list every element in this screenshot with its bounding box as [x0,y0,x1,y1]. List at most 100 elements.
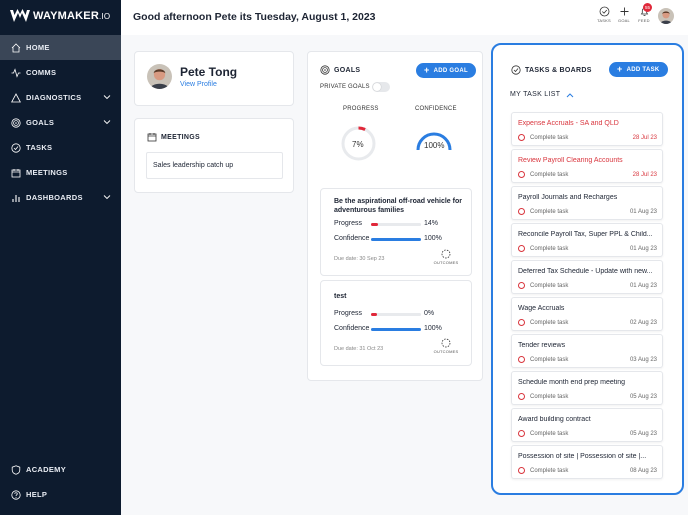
task-name: Reconcile Payroll Tax, Super PPL & Child… [518,231,653,238]
sidebar-item-academy[interactable]: ACADEMY [0,457,121,482]
home-icon [10,42,22,54]
task-check-icon [511,65,521,75]
chevron-down-icon[interactable] [103,93,111,101]
outcomes-button[interactable]: OUTCOMES [434,249,458,265]
outcomes-button[interactable]: OUTCOMES [434,338,458,354]
sidebar-item-tasks[interactable]: TASKS [0,135,121,160]
sidebar-item-help[interactable]: HELP [0,482,121,507]
complete-task-label[interactable]: Complete task [530,135,568,141]
complete-task-checkbox[interactable] [518,171,525,178]
task-name: Award building contract [518,416,591,423]
task-item[interactable]: Reconcile Payroll Tax, Super PPL & Child… [511,223,663,257]
complete-task-label[interactable]: Complete task [530,246,568,252]
task-name: Wage Accruals [518,305,565,312]
goal-item[interactable]: test Progress 0% Confidence 100% Due dat… [320,280,472,366]
confidence-value: 100% [424,141,445,150]
sidebar-item-meetings[interactable]: MEETINGS [0,160,121,185]
complete-task-checkbox[interactable] [518,356,525,363]
outcomes-icon [441,338,451,348]
feed-count-badge: 55 [643,3,652,12]
sidebar-item-label: ACADEMY [26,465,67,474]
goal-title: Be the aspirational off-road vehicle for… [334,198,462,214]
meetings-title: MEETINGS [147,132,200,142]
goal-item[interactable]: Be the aspirational off-road vehicle for… [320,188,472,276]
logo-text: WAYMAKER.IO [33,10,111,22]
task-item[interactable]: Expense Accruals - SA and QLD Complete ta… [511,112,663,146]
complete-task-checkbox[interactable] [518,282,525,289]
task-item[interactable]: Wage Accruals Complete task 02 Aug 23 [511,297,663,331]
task-item[interactable]: Award building contract Complete task 05 A… [511,408,663,442]
complete-task-label[interactable]: Complete task [530,209,568,215]
task-item[interactable]: Deferred Tax Schedule - Update with new.… [511,260,663,294]
confidence-percent: 100% [424,235,442,242]
complete-task-checkbox[interactable] [518,208,525,215]
chevron-up-icon [566,92,574,97]
header-tasks-button[interactable]: TASKS [594,6,614,23]
logo[interactable]: WAYMAKER.IO [10,8,110,24]
sidebar-item-diagnostics[interactable]: DIAGNOSTICS [0,85,121,110]
progress-percent: 14% [424,220,439,227]
task-due-date: 08 Aug 23 [629,468,657,474]
complete-task-checkbox[interactable] [518,430,525,437]
complete-task-checkbox[interactable] [518,319,525,326]
task-item[interactable]: Possession of site | Possession of site … [511,445,663,479]
complete-task-label[interactable]: Complete task [530,431,568,437]
task-name: Schedule month end prep meeting [518,379,626,386]
triangle-icon [10,92,22,104]
task-due-date: 28 Jul 23 [632,135,657,141]
sidebar-item-goals[interactable]: GOALS [0,110,121,135]
complete-task-checkbox[interactable] [518,467,525,474]
sidebar-item-comms[interactable]: COMMS [0,60,121,85]
complete-task-checkbox[interactable] [518,393,525,400]
pulse-icon [10,67,22,79]
sidebar-item-home[interactable]: HOME [0,35,121,60]
confidence-fill [371,238,421,241]
logo-w-icon [10,9,30,22]
task-due-date: 02 Aug 23 [629,320,657,326]
my-task-list-toggle[interactable]: MY TASK LIST [510,91,574,98]
complete-task-label[interactable]: Complete task [530,172,568,178]
sidebar-item-label: HELP [26,490,48,499]
metric-label: Progress [334,220,363,227]
complete-task-checkbox[interactable] [518,134,525,141]
task-item[interactable]: Payroll Journals and Recharges Complete t… [511,186,663,220]
task-item[interactable]: Schedule month end prep meeting Complete … [511,371,663,405]
profile-card: Pete Tong View Profile [134,51,294,106]
task-list: Expense Accruals - SA and QLD Complete ta… [511,112,663,482]
view-profile-link[interactable]: View Profile [180,81,217,88]
calendar-icon [147,133,157,142]
task-item[interactable]: Tender reviews Complete task 03 Aug 23 [511,334,663,368]
progress-bar [371,223,421,226]
user-avatar[interactable] [658,8,674,24]
tasks-boards-title: TASKS & BOARDS [511,65,592,75]
add-goal-button[interactable]: + ADD GOAL [416,63,476,78]
complete-task-checkbox[interactable] [518,245,525,252]
task-due-date: 01 Aug 23 [629,246,657,252]
meeting-item[interactable]: Sales leadership catch up [146,152,283,179]
task-name: Tender reviews [518,342,566,349]
complete-task-label[interactable]: Complete task [530,468,568,474]
sidebar-item-dashboards[interactable]: DASHBOARDS [0,185,121,210]
progress-value: 7% [352,140,364,149]
calendar-icon [10,167,22,179]
target-icon [10,117,22,129]
private-goals-toggle[interactable] [372,82,390,92]
header-goal-button[interactable]: GOAL [614,6,634,23]
complete-task-label[interactable]: Complete task [530,357,568,363]
sidebar-item-label: GOALS [26,118,55,127]
greeting-title: Good afternoon Pete its Tuesday, August … [133,11,376,23]
add-task-button[interactable]: + ADD TASK [609,62,668,77]
task-item[interactable]: Review Payroll Clearing Accounts Complete… [511,149,663,183]
progress-bar [371,313,421,316]
sidebar-item-label: DIAGNOSTICS [26,93,82,102]
complete-task-label[interactable]: Complete task [530,320,568,326]
complete-task-label[interactable]: Complete task [530,283,568,289]
chevron-down-icon[interactable] [103,193,111,201]
metric-label: Confidence [334,235,370,242]
chevron-down-icon[interactable] [103,118,111,126]
complete-task-label[interactable]: Complete task [530,394,568,400]
due-date: Due date: 30 Sep 23 [334,256,385,262]
sidebar-item-label: TASKS [26,143,53,152]
progress-percent: 0% [424,310,435,317]
header-feed-button[interactable]: 55 FEED [634,3,654,23]
